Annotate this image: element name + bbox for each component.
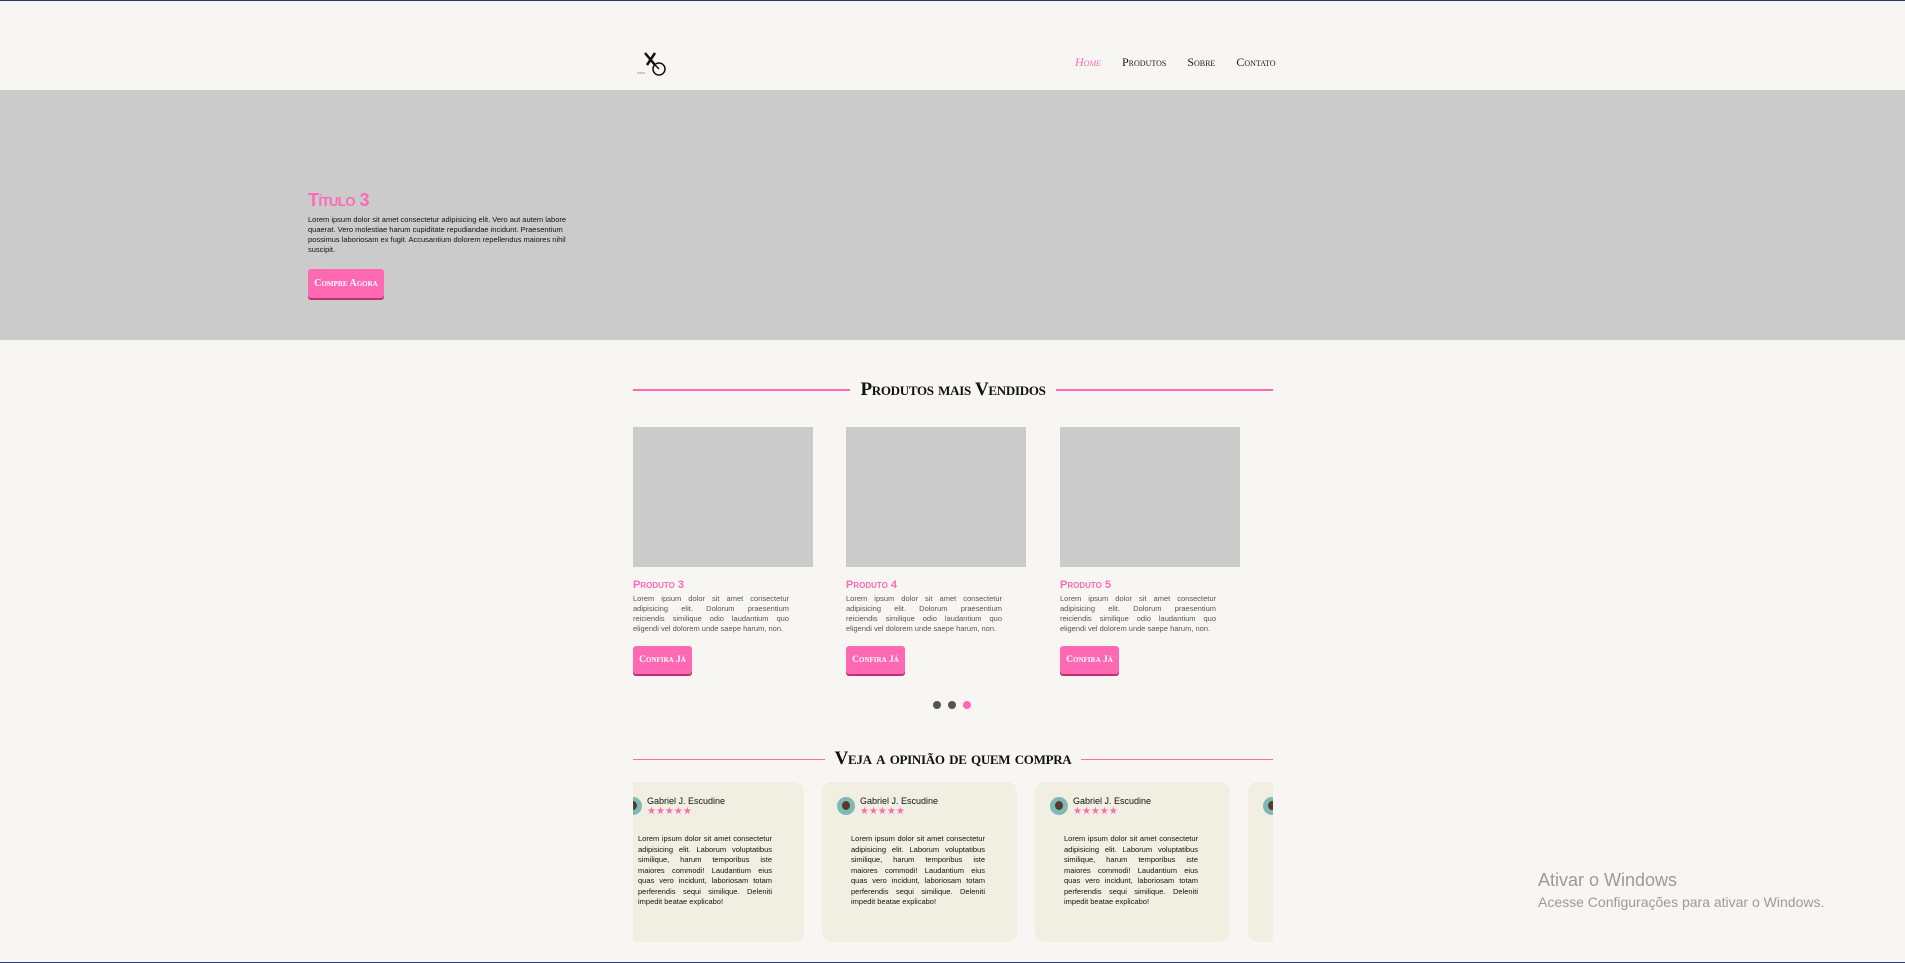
product-name: Produto 3 (633, 579, 685, 591)
nav-home[interactable]: Home (1075, 55, 1101, 70)
watermark-subtitle: Acesse Configurações para ativar o Windo… (1538, 894, 1825, 910)
product-card: Produto 4 Lorem ipsum dolor sit amet con… (846, 427, 1026, 674)
carousel-dots (933, 701, 971, 709)
divider-line (1055, 389, 1273, 391)
review-text: Lorem ipsum dolor sit amet consectetur a… (1064, 834, 1198, 906)
carousel-dot-active[interactable] (963, 701, 971, 709)
product-name: Produto 5 (1060, 579, 1112, 591)
products-heading: Produtos mais Vendidos (633, 378, 1273, 402)
watermark-title: Ativar o Windows (1538, 870, 1678, 890)
testimonials-heading: Veja a opinião de quem compra (633, 747, 1274, 771)
testimonial-card: Gabriel J. Escudine ★★★★★ Lorem ipsum do… (822, 782, 1017, 942)
product-image[interactable] (846, 427, 1026, 567)
divider-line (633, 389, 851, 391)
nav-contato[interactable]: Contato (1236, 55, 1275, 70)
site-header: Home Produtos Sobre Contato (0, 2, 1905, 90)
windows-activation-watermark: Ativar o Windows Acesse Configurações pa… (1538, 870, 1824, 910)
check-out-button[interactable]: Confira Já (633, 646, 692, 674)
testimonial-card (1248, 782, 1273, 942)
nav-sobre[interactable]: Sobre (1187, 55, 1215, 70)
carousel-dot[interactable] (933, 701, 941, 709)
product-name: Produto 4 (846, 579, 898, 591)
star-rating-icon: ★★★★★ (860, 806, 905, 817)
hero-banner: Título 3 Lorem ipsum dolor sit amet cons… (0, 90, 1905, 340)
hero-text: Lorem ipsum dolor sit amet consectetur a… (308, 215, 567, 254)
testimonials-carousel: Gabriel J. Escudine ★★★★★ Lorem ipsum do… (633, 782, 1273, 944)
testimonials-title: Veja a opinião de quem compra (834, 748, 1072, 769)
product-description: Lorem ipsum dolor sit amet consectetur a… (633, 594, 789, 633)
avatar (1050, 797, 1068, 815)
review-text: Lorem ipsum dolor sit amet consectetur a… (851, 834, 985, 906)
avatar (1263, 797, 1273, 815)
product-image[interactable] (633, 427, 813, 567)
reviewer-name: Gabriel J. Escudine (860, 796, 939, 806)
avatar (633, 797, 642, 815)
check-out-button[interactable]: Confira Já (846, 646, 905, 674)
product-image[interactable] (1060, 427, 1240, 567)
reviewer-name: Gabriel J. Escudine (647, 796, 726, 806)
testimonial-card: Gabriel J. Escudine ★★★★★ Lorem ipsum do… (1035, 782, 1230, 942)
nav-produtos[interactable]: Produtos (1122, 55, 1166, 70)
product-description: Lorem ipsum dolor sit amet consectetur a… (846, 594, 1002, 633)
product-card: Produto 5 Lorem ipsum dolor sit amet con… (1060, 427, 1240, 674)
star-rating-icon: ★★★★★ (1073, 806, 1118, 817)
product-card: Produto 3 Lorem ipsum dolor sit amet con… (633, 427, 813, 674)
hero-title: Título 3 (308, 190, 370, 210)
star-rating-icon: ★★★★★ (647, 806, 692, 817)
testimonial-card: Gabriel J. Escudine ★★★★★ Lorem ipsum do… (633, 782, 804, 942)
products-title: Produtos mais Vendidos (860, 379, 1046, 400)
check-out-button[interactable]: Confira Já (1060, 646, 1119, 674)
logo-icon[interactable] (637, 49, 671, 77)
main-nav: Home Produtos Sobre Contato (1075, 55, 1276, 70)
product-description: Lorem ipsum dolor sit amet consectetur a… (1060, 594, 1216, 633)
divider-line (633, 758, 825, 760)
review-text: Lorem ipsum dolor sit amet consectetur a… (638, 834, 772, 906)
avatar (837, 797, 855, 815)
reviewer-name: Gabriel J. Escudine (1073, 796, 1152, 806)
divider-line (1081, 758, 1274, 760)
carousel-dot[interactable] (948, 701, 956, 709)
buy-now-button[interactable]: Compre Agora (308, 269, 384, 298)
